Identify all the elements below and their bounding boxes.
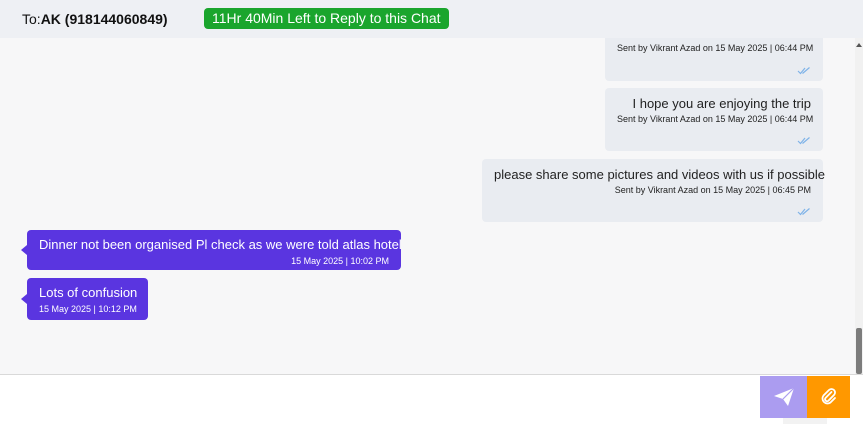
message-meta: Sent by Vikrant Azad on 15 May 2025 | 06… (614, 185, 811, 195)
message-meta: Sent by Vikrant Azad on 15 May 2025 | 06… (617, 114, 814, 124)
reply-timer-badge: 11Hr 40Min Left to Reply to this Chat (204, 8, 449, 29)
message-meta: 15 May 2025 | 10:12 PM (39, 304, 137, 314)
message-meta: 15 May 2025 | 10:02 PM (291, 256, 389, 266)
attach-button[interactable] (807, 376, 850, 418)
chat-header: To:AK (918144060849) 11Hr 40Min Left to … (0, 0, 863, 38)
outgoing-message: Sent by Vikrant Azad on 15 May 2025 | 06… (605, 38, 823, 81)
paperclip-icon (821, 388, 836, 405)
message-composer (0, 374, 863, 424)
composer-footer-strip (783, 418, 827, 424)
message-text: I hope you are enjoying the trip (632, 96, 811, 111)
scrollbar-thumb[interactable] (856, 328, 862, 374)
recipient-name: AK (918144060849) (40, 11, 168, 27)
paper-plane-icon (773, 387, 794, 406)
send-button[interactable] (760, 376, 807, 418)
incoming-message: Lots of confusion 15 May 2025 | 10:12 PM (21, 278, 148, 320)
incoming-message: Dinner not been organised Pl check as we… (21, 230, 402, 270)
message-text: please share some pictures and videos wi… (494, 167, 825, 182)
outgoing-message: I hope you are enjoying the trip Sent by… (605, 88, 823, 151)
to-prefix: To: (22, 11, 41, 27)
chat-scrollbar[interactable] (855, 38, 863, 374)
outgoing-message: please share some pictures and videos wi… (482, 159, 825, 222)
message-input[interactable] (0, 375, 760, 419)
message-text: Lots of confusion (39, 285, 138, 300)
message-text: Dinner not been organised Pl check as we… (39, 237, 402, 252)
recipient-label: To:AK (918144060849) (22, 11, 168, 27)
message-list[interactable]: Sent by Vikrant Azad on 15 May 2025 | 06… (0, 38, 863, 374)
scroll-up-arrow-icon[interactable] (855, 38, 863, 52)
message-meta: Sent by Vikrant Azad on 15 May 2025 | 06… (617, 43, 814, 53)
double-check-icon (797, 208, 810, 216)
double-check-icon (797, 67, 810, 75)
double-check-icon (797, 137, 810, 145)
